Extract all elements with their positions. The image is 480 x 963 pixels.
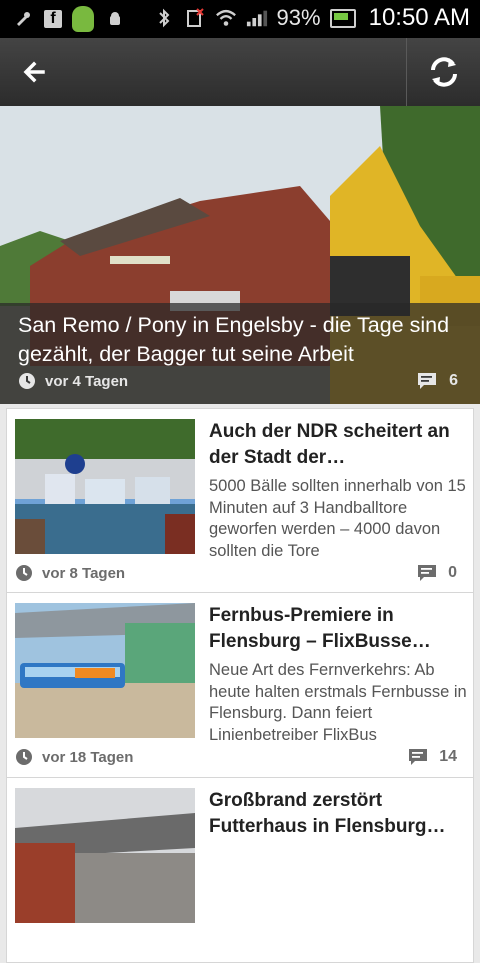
- article-title: Auch der NDR scheitert an der Stadt der…: [209, 421, 450, 468]
- wifi-icon: [215, 7, 237, 29]
- article-comments: 0: [417, 564, 457, 582]
- facebook-icon: f: [44, 10, 62, 28]
- article-comments-count: 14: [439, 748, 457, 765]
- battery-percent: 93%: [276, 5, 321, 30]
- article-description: [209, 845, 469, 931]
- action-divider: [406, 38, 407, 106]
- clock-icon: [16, 749, 32, 765]
- list-item[interactable]: Großbrand zerstört Futterhaus in Flensbu…: [6, 778, 474, 963]
- signal-icon: [246, 7, 268, 29]
- hero-comments-count: 6: [449, 372, 458, 389]
- back-button[interactable]: [0, 38, 68, 106]
- battery-icon: [329, 8, 356, 28]
- article-thumbnail: [15, 419, 195, 554]
- clock-icon: [19, 373, 35, 389]
- article-list: Auch der NDR scheitert an der Stadt der……: [6, 408, 474, 963]
- tools-icon: [12, 8, 34, 30]
- bluetooth-icon: [153, 7, 175, 29]
- clock-icon: [16, 565, 32, 581]
- comment-icon: [409, 749, 428, 765]
- article-description: Neue Art des Fernverkehrs: Ab heute halt…: [209, 661, 467, 744]
- article-age-text: vor 8 Tagen: [42, 564, 126, 582]
- status-bar: f 93% 10:50 AM: [0, 0, 480, 38]
- hero-comments: 6: [417, 372, 458, 390]
- article-title: Großbrand zerstört Futterhaus in Flensbu…: [209, 790, 446, 837]
- usb-debug-icon: [104, 8, 126, 30]
- arrow-left-icon: [23, 61, 45, 83]
- article-age: vor 18 Tagen: [15, 748, 133, 766]
- refresh-icon: [431, 57, 457, 87]
- article-age-text: vor 18 Tagen: [42, 748, 134, 766]
- hero-title: San Remo / Pony in Engelsby - die Tage s…: [18, 313, 450, 366]
- clock-time: 10:50 AM: [368, 4, 470, 31]
- hero-age-text: vor 4 Tagen: [45, 372, 129, 390]
- comment-icon: [418, 373, 437, 389]
- action-bar: [0, 38, 480, 106]
- list-item[interactable]: Fernbus-Premiere in Flensburg – FlixBuss…: [6, 593, 474, 778]
- article-comments: 14: [408, 748, 457, 766]
- list-item[interactable]: Auch der NDR scheitert an der Stadt der……: [6, 408, 474, 593]
- hero-article[interactable]: San Remo / Pony in Engelsby - die Tage s…: [0, 106, 480, 404]
- article-title: Fernbus-Premiere in Flensburg – FlixBuss…: [209, 605, 431, 652]
- article-thumbnail: [15, 788, 195, 923]
- refresh-button[interactable]: [408, 38, 480, 106]
- sim-alert-icon: [184, 7, 206, 29]
- article-age: vor 8 Tagen: [15, 564, 125, 582]
- hero-age: vor 4 Tagen: [18, 372, 128, 390]
- article-comments-count: 0: [448, 564, 457, 581]
- article-thumbnail: [15, 603, 195, 738]
- android-app-icon: [72, 6, 94, 32]
- comment-icon: [418, 565, 437, 581]
- article-description: 5000 Bälle sollten innerhalb von 15 Minu…: [209, 477, 466, 560]
